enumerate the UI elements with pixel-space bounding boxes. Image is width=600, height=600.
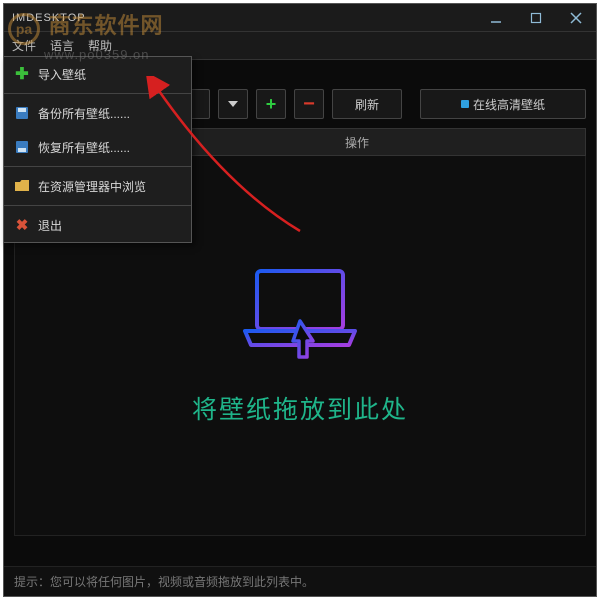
close-x-icon: ✖ xyxy=(14,217,30,233)
hd-badge-icon xyxy=(461,100,469,108)
ctx-import-wallpaper[interactable]: ✚ 导入壁纸 xyxy=(4,57,191,91)
ctx-browse-explorer[interactable]: 在资源管理器中浏览 xyxy=(4,169,191,203)
laptop-icon xyxy=(235,265,365,370)
refresh-button[interactable]: 刷新 xyxy=(332,89,402,119)
dropdown-button[interactable] xyxy=(218,89,248,119)
ctx-restore-all[interactable]: 恢复所有壁纸...... xyxy=(4,130,191,164)
remove-button[interactable]: − xyxy=(294,89,324,119)
status-hint: 提示：您可以将任何图片，视频或音频拖放到此列表中。 xyxy=(14,573,314,590)
menu-help[interactable]: 帮助 xyxy=(88,37,112,54)
separator xyxy=(4,166,191,167)
separator xyxy=(4,93,191,94)
ctx-exit[interactable]: ✖ 退出 xyxy=(4,208,191,242)
titlebar: IMDESKTOP xyxy=(4,4,596,32)
ctx-backup-label: 备份所有壁纸...... xyxy=(38,105,130,122)
online-hd-button[interactable]: 在线高清壁纸 xyxy=(420,89,586,119)
ctx-restore-label: 恢复所有壁纸...... xyxy=(38,139,130,156)
window-title: IMDESKTOP xyxy=(4,12,86,24)
menu-file[interactable]: 文件 xyxy=(12,37,36,54)
column-operation[interactable]: 操作 xyxy=(335,134,369,151)
minus-icon: − xyxy=(303,93,315,116)
online-hd-label: 在线高清壁纸 xyxy=(473,96,545,113)
ctx-browse-label: 在资源管理器中浏览 xyxy=(38,178,146,195)
close-icon xyxy=(570,12,582,24)
chevron-down-icon xyxy=(228,101,238,107)
ctx-import-label: 导入壁纸 xyxy=(38,66,86,83)
menu-language[interactable]: 语言 xyxy=(50,37,74,54)
close-button[interactable] xyxy=(556,4,596,32)
folder-icon xyxy=(14,178,30,194)
disk-icon xyxy=(14,105,30,121)
ctx-exit-label: 退出 xyxy=(38,217,62,234)
status-bar: 提示：您可以将任何图片，视频或音频拖放到此列表中。 xyxy=(4,566,596,596)
add-button[interactable]: + xyxy=(256,89,286,119)
minimize-button[interactable] xyxy=(476,4,516,32)
context-menu: ✚ 导入壁纸 备份所有壁纸...... 恢复所有壁纸...... 在资源管理器中… xyxy=(3,56,192,243)
separator xyxy=(4,205,191,206)
plus-icon: + xyxy=(266,94,277,115)
maximize-icon xyxy=(530,12,542,24)
ctx-backup-all[interactable]: 备份所有壁纸...... xyxy=(4,96,191,130)
maximize-button[interactable] xyxy=(516,4,556,32)
drop-text: 将壁纸拖放到此处 xyxy=(192,390,408,426)
window-controls xyxy=(476,4,596,31)
minimize-icon xyxy=(490,12,502,24)
restore-icon xyxy=(14,139,30,155)
plus-icon: ✚ xyxy=(14,66,30,82)
